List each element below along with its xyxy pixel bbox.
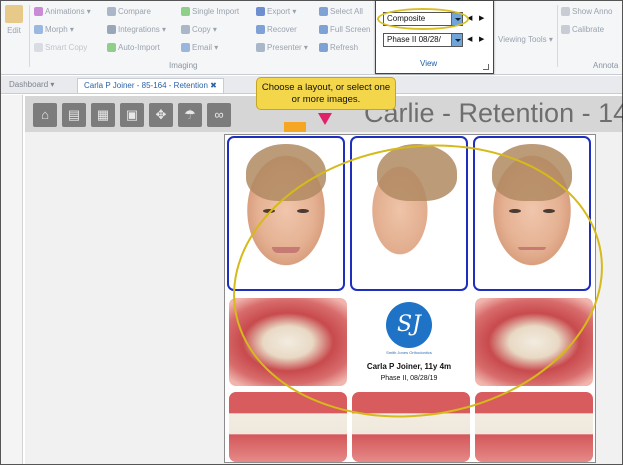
layout-next-button[interactable]: ▶ bbox=[479, 14, 484, 22]
show-annotations-button[interactable]: Show Anno bbox=[561, 6, 612, 17]
view-group-label: View bbox=[420, 59, 438, 68]
morph-button[interactable]: Morph ▾ bbox=[34, 24, 74, 35]
smart-copy-button[interactable]: Smart Copy bbox=[34, 42, 87, 53]
imaging-group-label: Imaging bbox=[169, 61, 198, 70]
recover-button[interactable]: Recover bbox=[256, 24, 297, 35]
compare-icon bbox=[107, 7, 116, 16]
export-icon bbox=[256, 7, 265, 16]
copy-icon bbox=[181, 25, 190, 34]
dialog-launcher-icon[interactable] bbox=[483, 64, 489, 70]
full-screen-icon bbox=[319, 25, 328, 34]
tooltip-callout: Choose a layout, or select one or more i… bbox=[256, 77, 396, 110]
document-icon[interactable]: ▤ bbox=[62, 103, 86, 127]
recover-icon bbox=[256, 25, 265, 34]
refresh-button[interactable]: Refresh bbox=[319, 42, 358, 53]
ribbon-separator bbox=[557, 5, 558, 67]
smart-copy-icon bbox=[34, 43, 43, 52]
compare-button[interactable]: Compare bbox=[107, 6, 151, 17]
auto-import-button[interactable]: Auto-Import bbox=[107, 42, 160, 53]
animations-icon bbox=[34, 7, 43, 16]
presenter-icon bbox=[256, 43, 265, 52]
presenter-button[interactable]: Presenter ▾ bbox=[256, 42, 308, 53]
morph-icon bbox=[34, 25, 43, 34]
single-import-icon bbox=[181, 7, 190, 16]
full-screen-button[interactable]: Full Screen bbox=[319, 24, 370, 35]
tools-icon[interactable]: ✥ bbox=[149, 103, 173, 127]
phase-select[interactable]: Phase II 08/28/ bbox=[383, 33, 463, 47]
copy-button[interactable]: Copy ▾ bbox=[181, 24, 217, 35]
email-icon bbox=[181, 43, 190, 52]
link-icon[interactable]: ∞ bbox=[207, 103, 231, 127]
arrow-down-icon bbox=[318, 113, 332, 125]
phase-prev-button[interactable]: ◀ bbox=[467, 35, 472, 43]
tab-dashboard[interactable]: Dashboard ▾ bbox=[3, 78, 60, 93]
integrations-icon bbox=[107, 25, 116, 34]
left-rail bbox=[1, 95, 23, 464]
edit-button[interactable]: Edit bbox=[5, 5, 23, 45]
single-import-button[interactable]: Single Import bbox=[181, 6, 239, 17]
select-all-button[interactable]: Select All bbox=[319, 6, 363, 17]
photo-left-buccal[interactable] bbox=[475, 392, 593, 462]
refresh-icon bbox=[319, 43, 328, 52]
annotation-icon bbox=[561, 7, 570, 16]
tab-patient[interactable]: Carla P Joiner - 85-164 - Retention ✖ bbox=[77, 78, 224, 93]
select-all-icon bbox=[319, 7, 328, 16]
patient-title: Carlie - Retention - 14y bbox=[364, 98, 623, 128]
save-icon[interactable]: ▣ bbox=[120, 103, 144, 127]
viewing-tools-button[interactable]: Viewing Tools ▾ bbox=[498, 34, 553, 45]
calibrate-button[interactable]: Calibrate bbox=[561, 24, 604, 35]
export-button[interactable]: Export ▾ bbox=[256, 6, 296, 17]
ribbon-separator bbox=[29, 5, 30, 67]
annotations-group-label: Annota bbox=[593, 61, 619, 70]
folder-tab-icon[interactable] bbox=[284, 122, 306, 132]
home-icon[interactable]: ⌂ bbox=[33, 103, 57, 127]
email-button[interactable]: Email ▾ bbox=[181, 42, 218, 53]
layout-icon[interactable]: ▦ bbox=[91, 103, 115, 127]
integrations-button[interactable]: Integrations ▾ bbox=[107, 24, 166, 35]
highlight-ellipse bbox=[377, 8, 469, 30]
umbrella-icon[interactable]: ☂ bbox=[178, 103, 202, 127]
edit-icon bbox=[5, 5, 23, 23]
ribbon: Edit Animations ▾ Morph ▾ Smart Copy Com… bbox=[1, 1, 622, 75]
calibrate-icon bbox=[561, 25, 570, 34]
animations-button[interactable]: Animations ▾ bbox=[34, 6, 91, 17]
auto-import-icon bbox=[107, 43, 116, 52]
phase-next-button[interactable]: ▶ bbox=[479, 35, 484, 43]
chevron-down-icon[interactable] bbox=[451, 34, 462, 46]
